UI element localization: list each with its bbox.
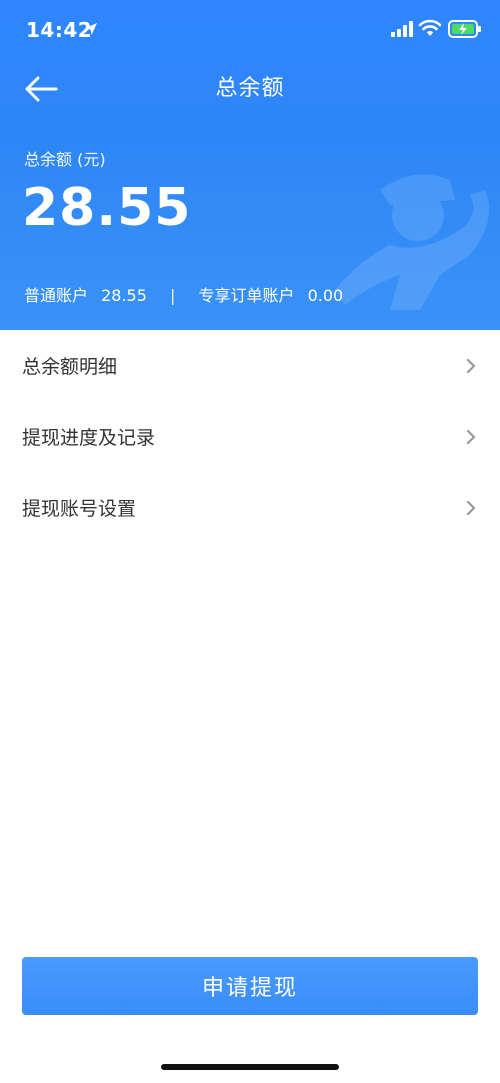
chevron-right-icon [466, 500, 476, 516]
chevron-right-icon [466, 429, 476, 445]
wifi-icon [418, 19, 442, 36]
status-time: 14:42 [26, 18, 93, 42]
location-arrow-icon [85, 23, 97, 35]
exclusive-account-label: 专享订单账户 [198, 286, 295, 305]
menu-item-withdraw-progress[interactable]: 提现进度及记录 [0, 401, 500, 472]
chevron-right-icon [466, 358, 476, 374]
courier-mascot-watermark [335, 174, 490, 310]
menu-item-label: 提现进度及记录 [22, 427, 156, 449]
regular-account-label: 普通账户 [24, 286, 89, 305]
apply-withdrawal-button[interactable]: 申请提现 [22, 957, 478, 1015]
menu-item-balance-details[interactable]: 总余额明细 [0, 330, 500, 401]
menu-item-withdraw-account-settings[interactable]: 提现账号设置 [0, 472, 500, 543]
account-breakdown: 普通账户 28.55 | 专享订单账户 0.00 [24, 284, 343, 308]
menu-item-label: 提现账号设置 [22, 498, 137, 520]
status-bar: 14:42 [0, 0, 500, 58]
balance-amount: 28.55 [22, 178, 192, 238]
account-separator: | [170, 286, 176, 305]
menu-item-label: 总余额明细 [22, 356, 118, 378]
home-indicator [161, 1064, 339, 1070]
balance-label: 总余额 (元) [24, 150, 106, 169]
page-title: 总余额 [215, 76, 285, 101]
battery-charging-icon [448, 20, 481, 38]
header: 14:42 总余额 总余额 (元) 28.55 普通账户 28.55 | 专享订… [0, 0, 500, 330]
cellular-signal-icon [391, 21, 413, 37]
menu-list: 总余额明细 提现进度及记录 提现账号设置 [0, 330, 500, 543]
regular-account-value: 28.55 [101, 286, 147, 305]
